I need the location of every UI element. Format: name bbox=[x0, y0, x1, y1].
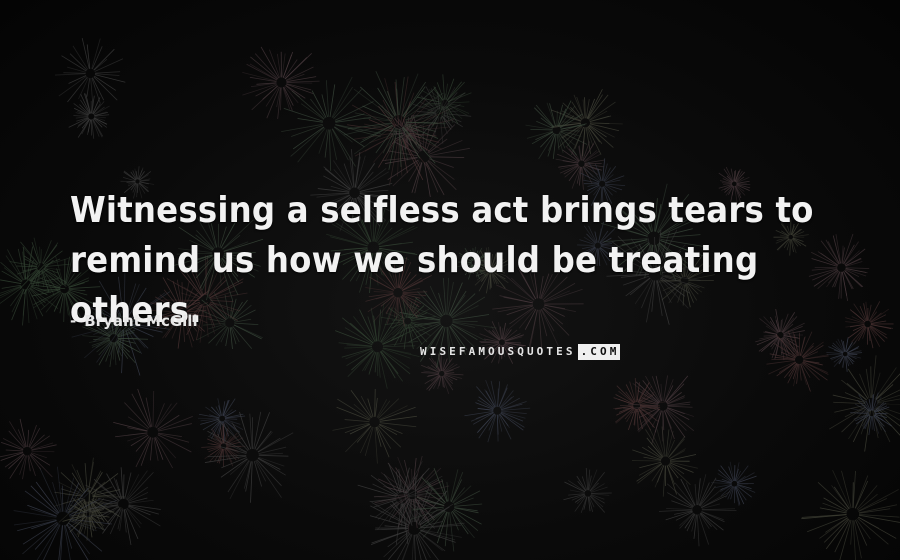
author-dash: - bbox=[70, 312, 77, 330]
watermark-name: WISEFAMOUSQUOTES bbox=[420, 345, 576, 358]
firework-burst bbox=[281, 76, 381, 171]
firework-burst bbox=[54, 37, 126, 107]
firework-burst bbox=[343, 71, 446, 170]
firework-burst bbox=[850, 392, 892, 436]
quote-image: Witnessing a selfless act brings tears t… bbox=[0, 0, 900, 560]
firework-burst bbox=[0, 418, 57, 480]
site-watermark: WISEFAMOUSQUOTES .COM bbox=[420, 344, 621, 360]
firework-burst bbox=[826, 337, 863, 372]
author-name: Bryant McGill bbox=[84, 312, 198, 330]
firework-burst bbox=[332, 388, 417, 464]
firework-burst bbox=[113, 388, 193, 469]
firework-burst bbox=[658, 474, 737, 547]
firework-burst bbox=[9, 237, 70, 296]
watermark-tld: .COM bbox=[577, 344, 621, 360]
firework-burst bbox=[766, 330, 829, 392]
firework-burst bbox=[464, 379, 531, 443]
quote-line-1: Witnessing a selfless act brings tears t… bbox=[70, 190, 814, 231]
firework-burst bbox=[801, 470, 900, 560]
quote-author: - Bryant McGill bbox=[70, 311, 198, 331]
firework-burst bbox=[563, 467, 612, 514]
